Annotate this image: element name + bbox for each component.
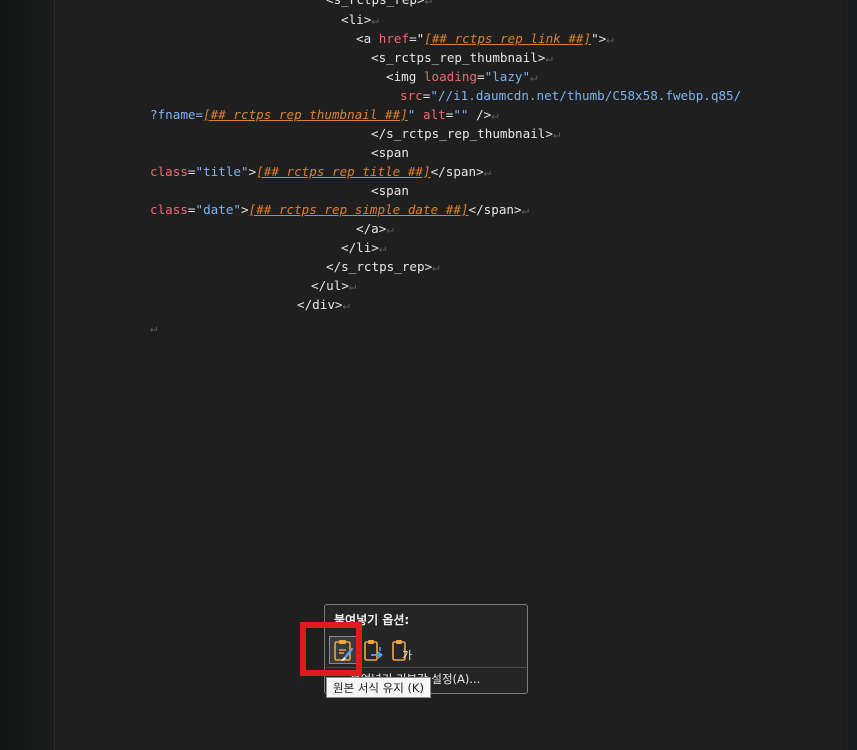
code-token: "": [453, 107, 469, 122]
code-token: =: [477, 69, 485, 84]
code-token: [## rctps rep link ##]: [424, 31, 592, 46]
code-token: >: [241, 202, 249, 217]
code-token: =: [187, 164, 196, 179]
paragraph-mark: ↵: [491, 107, 499, 122]
paste-options-buttons: 가: [329, 636, 419, 664]
code-line[interactable]: <a href="[## rctps rep link ##]">↵: [356, 29, 614, 48]
code-token: <span: [371, 183, 409, 198]
code-token: </ul>: [311, 278, 349, 293]
paragraph-mark: ↵: [483, 164, 492, 179]
code-token: =": [409, 31, 425, 46]
code-token: alt: [422, 107, 446, 122]
paragraph-mark: ↵: [342, 297, 351, 312]
paste-options-title: 붙여넣기 옵션:: [334, 613, 410, 627]
paste-options-divider: [326, 667, 526, 668]
code-line[interactable]: </div>↵: [297, 295, 350, 314]
code-line[interactable]: </s_rctps_rep_thumbnail>↵: [371, 124, 561, 143]
code-token: "//i1.daumcdn.net/thumb/C58x58.fwebp.q85…: [430, 88, 742, 103]
right-margin: [841, 0, 857, 750]
merge-formatting-button[interactable]: [359, 636, 387, 664]
code-line[interactable]: </ul>↵: [311, 276, 357, 295]
code-token: "lazy": [484, 69, 531, 84]
code-line[interactable]: class="title">[## rctps rep title ##]</s…: [150, 162, 491, 181]
code-token: <span: [371, 145, 409, 160]
code-token: <s_rctps_rep_thumbnail>: [371, 50, 546, 65]
code-token: </s_rctps_rep_thumbnail>: [371, 126, 553, 141]
paragraph-mark: ↵: [371, 12, 379, 27]
code-token: />: [468, 107, 492, 122]
paragraph-mark: ↵: [378, 240, 387, 255]
code-line[interactable]: ↵: [150, 318, 158, 337]
code-token: </span>: [430, 164, 484, 179]
code-token: </s_rctps_rep>: [326, 259, 433, 274]
code-token: loading: [423, 69, 477, 84]
code-line[interactable]: <s_rctps_rep>↵: [326, 0, 432, 9]
code-token: </span>: [468, 202, 522, 217]
code-token: class: [150, 164, 188, 179]
paragraph-mark: ↵: [386, 221, 394, 236]
code-line[interactable]: <span: [371, 181, 409, 200]
code-line[interactable]: class="date">[## rctps rep simple date #…: [150, 200, 529, 219]
code-token: ?fname=: [150, 107, 204, 122]
paragraph-mark: ↵: [521, 202, 530, 217]
paragraph-mark: ↵: [606, 31, 614, 46]
paragraph-mark: ↵: [552, 126, 561, 141]
keep-source-formatting-tooltip: 원본 서식 유지 (K): [326, 677, 431, 698]
keep-source-formatting-button[interactable]: [329, 636, 357, 664]
clipboard-arrow-icon: [364, 640, 383, 661]
code-line[interactable]: src="//i1.daumcdn.net/thumb/C58x58.fwebp…: [400, 86, 741, 105]
korean-text-glyph: 가: [402, 649, 412, 662]
code-token: [## rctps rep title ##]: [256, 164, 431, 179]
paragraph-mark: ↵: [432, 259, 440, 274]
code-token: </a>: [356, 221, 387, 236]
code-token: href: [378, 31, 410, 46]
code-token: </div>: [297, 297, 343, 312]
paragraph-mark: ↵: [545, 50, 553, 65]
paragraph-mark: ↵: [348, 278, 357, 293]
code-line[interactable]: <li>↵: [341, 10, 379, 29]
code-token: [## rctps rep simple date ##]: [248, 202, 469, 217]
code-line[interactable]: </a>↵: [356, 219, 394, 238]
paragraph-mark: ↵: [150, 320, 158, 335]
code-token: </li>: [341, 240, 379, 255]
code-token: [## rctps rep thumbnail ##]: [203, 107, 408, 122]
code-token: <li>: [341, 12, 372, 27]
code-token: =: [187, 202, 196, 217]
code-token: <s_rctps_rep>: [326, 0, 425, 7]
left-margin: [0, 0, 54, 750]
keep-text-only-button[interactable]: 가: [389, 636, 417, 664]
code-token: class: [150, 202, 188, 217]
code-line[interactable]: ?fname=[## rctps rep thumbnail ##]" alt=…: [150, 105, 499, 124]
code-token: "date": [195, 202, 242, 217]
clipboard-text-icon: 가: [392, 640, 412, 662]
code-token: <img: [386, 69, 424, 84]
code-token: <a: [356, 31, 379, 46]
code-line[interactable]: </li>↵: [341, 238, 387, 257]
code-line[interactable]: <s_rctps_rep_thumbnail>↵: [371, 48, 553, 67]
code-token: ">: [591, 31, 607, 46]
code-line[interactable]: </s_rctps_rep>↵: [326, 257, 440, 276]
paragraph-mark: ↵: [425, 0, 433, 7]
code-token: src: [400, 88, 423, 103]
code-line[interactable]: <span: [371, 143, 409, 162]
code-line[interactable]: <img loading="lazy"↵: [386, 67, 538, 86]
paragraph-mark: ↵: [530, 69, 538, 84]
code-token: "title": [195, 164, 249, 179]
clipboard-brush-icon: [334, 640, 354, 661]
